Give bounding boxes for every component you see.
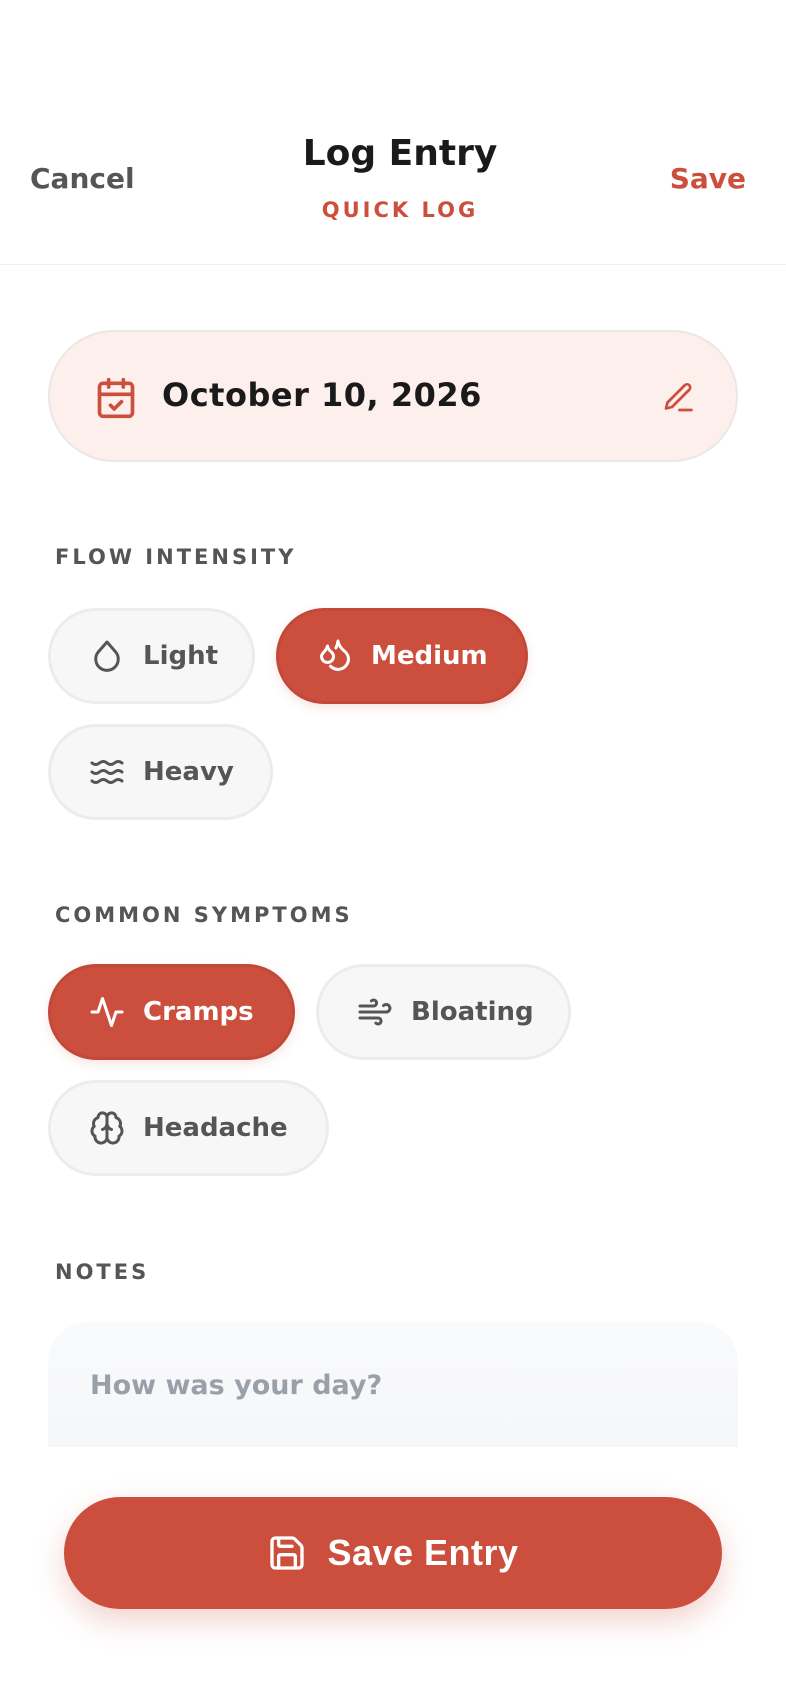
page-subtitle: QUICK LOG (321, 198, 479, 222)
flow-intensity-label: FLOW INTENSITY (55, 545, 297, 569)
date-picker-card[interactable]: October 10, 2026 (48, 330, 738, 462)
header: Cancel Log Entry QUICK LOG Save (0, 0, 786, 265)
selected-date: October 10, 2026 (162, 376, 482, 414)
log-entry-screen: Cancel Log Entry QUICK LOG Save October … (0, 0, 786, 1704)
pencil-icon[interactable] (660, 380, 696, 416)
brain-icon (90, 1111, 124, 1145)
page-title: Log Entry (302, 133, 498, 174)
chip-label: Light (143, 641, 219, 671)
flow-option-heavy[interactable]: Heavy (48, 724, 273, 820)
symptom-option-cramps[interactable]: Cramps (48, 964, 295, 1060)
common-symptoms-label: COMMON SYMPTOMS (55, 903, 353, 927)
symptom-option-bloating[interactable]: Bloating (316, 964, 571, 1060)
save-button[interactable]: Save (670, 162, 746, 195)
title-wrap: Log Entry (0, 133, 786, 174)
chip-label: Heavy (143, 757, 234, 787)
flow-option-medium[interactable]: Medium (276, 608, 528, 704)
chip-label: Bloating (411, 997, 534, 1027)
droplet-icon (94, 640, 120, 672)
wind-icon (358, 998, 392, 1026)
chip-label: Medium (371, 641, 488, 671)
flow-option-light[interactable]: Light (48, 608, 255, 704)
droplets-icon (320, 639, 350, 671)
calendar-check-icon (97, 377, 135, 419)
save-entry-label: Save Entry (327, 1532, 519, 1573)
chip-label: Headache (143, 1113, 288, 1143)
floppy-disk-icon (270, 1536, 305, 1570)
symptom-option-headache[interactable]: Headache (48, 1080, 329, 1176)
footer: Save Entry (0, 1447, 786, 1704)
waves-icon (90, 760, 124, 784)
chip-label: Cramps (143, 997, 254, 1027)
notes-label: NOTES (55, 1260, 150, 1284)
save-entry-button[interactable]: Save Entry (64, 1497, 722, 1609)
activity-icon (90, 997, 124, 1027)
